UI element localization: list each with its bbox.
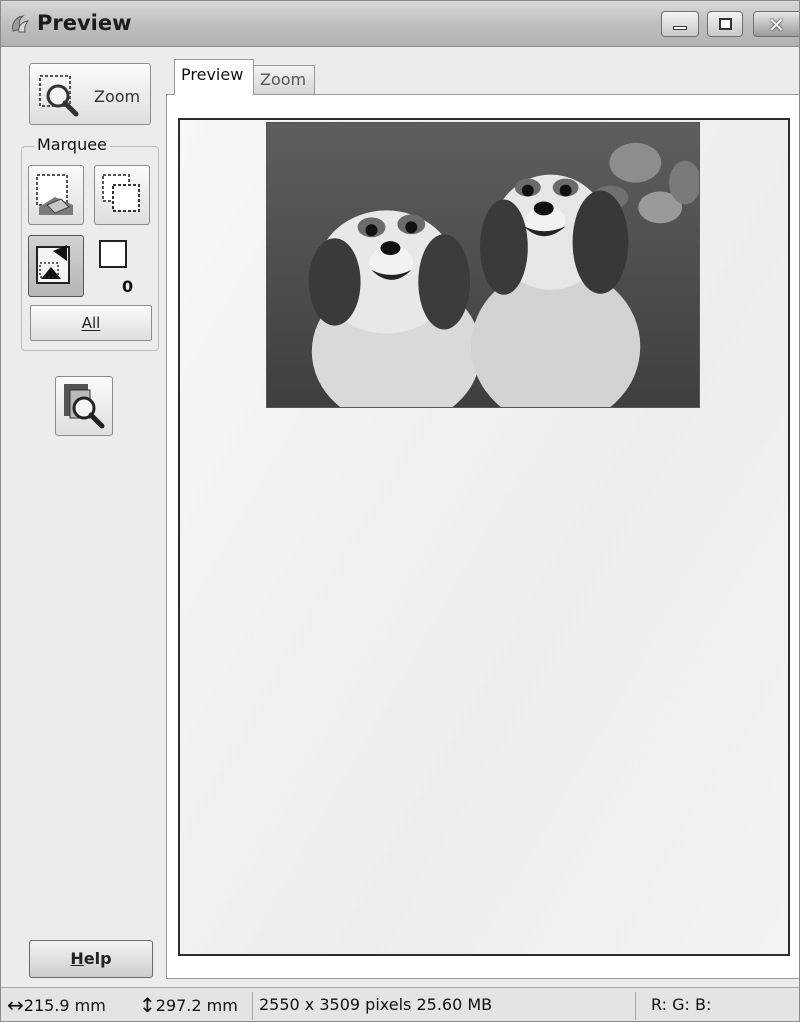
minimize-button[interactable]: [661, 11, 699, 37]
all-button-label: All: [81, 314, 101, 332]
marquee-count: 0: [122, 277, 134, 296]
title-bar[interactable]: Preview ✕: [1, 1, 799, 47]
delete-marquee-button[interactable]: [28, 165, 84, 225]
marquee-select-icon: [36, 245, 70, 284]
zoom-magnifier-icon: [39, 75, 79, 117]
help-button[interactable]: Help: [29, 940, 153, 978]
duplicate-marquee-icon: [102, 174, 140, 212]
zoom-button[interactable]: Zoom: [29, 63, 151, 125]
marquee-count-icon: [99, 240, 127, 268]
height-arrows-icon: ↕: [139, 993, 156, 1017]
auto-locate-icon: [64, 384, 105, 429]
close-button[interactable]: ✕: [753, 11, 799, 37]
status-rgb: R: G: B:: [651, 995, 712, 1014]
window-title: Preview: [37, 11, 132, 35]
marquee-group: Marquee 0 All: [21, 135, 159, 351]
maximize-button[interactable]: [707, 11, 743, 37]
status-divider: [252, 992, 253, 1020]
tab-zoom[interactable]: Zoom: [253, 65, 315, 95]
marquee-title: Marquee: [34, 135, 110, 154]
preview-window: Preview ✕ Zoom Marquee 0 All Help Zoom P…: [0, 0, 800, 1022]
status-height: ↕297.2 mm: [139, 988, 238, 1021]
status-divider: [635, 992, 636, 1020]
close-icon: ✕: [768, 13, 785, 37]
tab-preview[interactable]: Preview: [174, 59, 254, 95]
zoom-button-label: Zoom: [94, 87, 141, 106]
auto-exposure-marquee-button[interactable]: [28, 235, 84, 297]
app-icon: [12, 15, 30, 33]
help-button-label: Help: [70, 949, 112, 968]
status-pixels: 2550 x 3509 pixels 25.60 MB: [259, 995, 493, 1014]
duplicate-marquee-button[interactable]: [94, 165, 150, 225]
status-bar: ↔215.9 mm ↕297.2 mm 2550 x 3509 pixels 2…: [1, 987, 799, 1021]
tool-panel: Zoom Marquee 0 All Help: [1, 48, 165, 978]
delete-marquee-icon: [36, 174, 73, 215]
scanned-photo-dogs[interactable]: [266, 122, 700, 408]
minimize-icon: [673, 26, 687, 30]
width-arrows-icon: ↔: [7, 993, 24, 1017]
maximize-icon: [719, 18, 732, 30]
status-width: ↔215.9 mm: [7, 988, 106, 1021]
all-button[interactable]: All: [30, 305, 152, 341]
auto-locate-button[interactable]: [55, 376, 113, 436]
